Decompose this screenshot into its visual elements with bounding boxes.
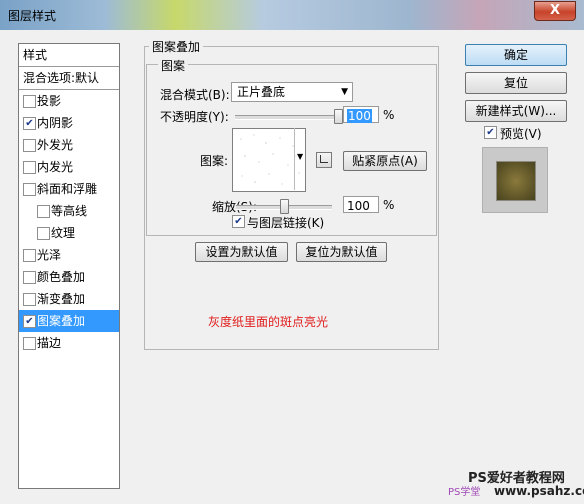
scale-percent: % (383, 198, 395, 212)
sidebar-item-label: 外发光 (37, 138, 74, 152)
reset-button[interactable]: 复位 (465, 72, 567, 94)
sidebar-item-checkbox[interactable]: ✔ (23, 117, 36, 130)
opacity-percent: % (383, 108, 395, 122)
sidebar-item-9[interactable]: 渐变叠加 (19, 288, 119, 310)
sidebar-item-1[interactable]: ✔ 内阴影 (19, 112, 119, 134)
close-button[interactable]: X (534, 1, 576, 21)
sidebar-item-3[interactable]: 内发光 (19, 156, 119, 178)
sidebar-item-4[interactable]: 斜面和浮雕 (19, 178, 119, 200)
sidebar-item-10[interactable]: ✔ 图案叠加 (19, 310, 119, 332)
watermark-site-url: www.psahz.com (494, 484, 584, 498)
sidebar-item-checkbox[interactable] (23, 337, 36, 350)
scale-input[interactable]: 100 (343, 196, 379, 213)
ok-button[interactable]: 确定 (465, 44, 567, 66)
set-default-button[interactable]: 设置为默认值 (195, 242, 288, 262)
opacity-slider-thumb[interactable] (334, 109, 343, 124)
sidebar-item-label: 渐变叠加 (37, 292, 86, 306)
blend-mode-value: 正片叠底 (237, 85, 286, 99)
new-style-button[interactable]: 新建样式(W)... (465, 100, 567, 122)
preview-label: 预览(V) (500, 127, 542, 141)
sidebar-item-0[interactable]: 投影 (19, 90, 119, 112)
opacity-label: 不透明度(Y): (160, 110, 229, 124)
sidebar-item-checkbox[interactable] (23, 271, 36, 284)
window-title: 图层样式 (8, 9, 57, 23)
blend-mode-select[interactable]: 正片叠底 ▼ (231, 82, 353, 102)
styles-list-header[interactable]: 样式 (19, 44, 119, 67)
snap-to-origin-button[interactable]: 贴紧原点(A) (343, 151, 427, 171)
pattern-dropdown-arrow-icon: ▼ (297, 152, 304, 161)
sidebar-item-checkbox[interactable] (23, 293, 36, 306)
sidebar-item-checkbox[interactable] (37, 205, 50, 218)
sidebar-item-label: 光泽 (37, 248, 62, 262)
sidebar-item-blending-options[interactable]: 混合选项:默认 (19, 67, 119, 90)
opacity-input[interactable]: 100 (343, 106, 379, 123)
sidebar-item-checkbox[interactable] (23, 161, 36, 174)
section-title: 图案叠加 (149, 38, 204, 55)
reset-default-button[interactable]: 复位为默认值 (296, 242, 387, 262)
sidebar-item-5[interactable]: 等高线 (19, 200, 119, 222)
scale-slider-thumb[interactable] (280, 199, 289, 214)
preview-swatch (496, 161, 536, 201)
sidebar-item-checkbox[interactable] (23, 139, 36, 152)
sidebar-item-checkbox[interactable] (23, 183, 36, 196)
sidebar-item-8[interactable]: 颜色叠加 (19, 266, 119, 288)
link-with-layer-label: 与图层链接(K) (247, 216, 325, 230)
sidebar-item-label: 内阴影 (37, 116, 74, 130)
watermark-corner-text: PS学堂 (448, 487, 481, 498)
sidebar-item-7[interactable]: 光泽 (19, 244, 119, 266)
sidebar-item-11[interactable]: 描边 (19, 332, 119, 354)
sidebar-item-label: 内发光 (37, 160, 74, 174)
pattern-picker-button[interactable]: ▼ (294, 128, 306, 190)
new-preset-icon (320, 155, 328, 163)
preview-checkbox[interactable]: ✔ (484, 126, 497, 139)
dropdown-arrow-icon: ▼ (341, 87, 348, 97)
pattern-label: 图案: (200, 154, 229, 168)
sidebar-item-label: 纹理 (51, 226, 76, 240)
sidebar-item-label: 投影 (37, 94, 62, 108)
sidebar-item-label: 等高线 (51, 204, 88, 218)
link-with-layer-checkbox[interactable]: ✔ (232, 215, 245, 228)
sidebar-item-label: 图案叠加 (37, 314, 86, 328)
sidebar-item-label: 描边 (37, 336, 62, 350)
annotation-text: 灰度纸里面的斑点亮光 (208, 315, 329, 329)
opacity-value: 100 (347, 109, 372, 123)
blend-mode-label: 混合模式(B): (160, 88, 230, 102)
group-title: 图案 (158, 57, 189, 74)
new-preset-button[interactable] (316, 152, 332, 168)
sidebar-item-6[interactable]: 纹理 (19, 222, 119, 244)
styles-list: 样式 混合选项:默认 投影 ✔ 内阴影 外发光 内发光 斜面和浮雕 等高线 纹理 光泽 颜色叠加渐… (18, 43, 120, 489)
window-titlebar[interactable]: 图层样式 X (0, 0, 584, 30)
sidebar-item-label: 斜面和浮雕 (37, 182, 98, 196)
sidebar-item-checkbox[interactable]: ✔ (23, 315, 36, 328)
sidebar-item-checkbox[interactable] (37, 227, 50, 240)
sidebar-item-checkbox[interactable] (23, 249, 36, 262)
opacity-slider[interactable] (235, 115, 338, 120)
sidebar-item-2[interactable]: 外发光 (19, 134, 119, 156)
sidebar-item-checkbox[interactable] (23, 95, 36, 108)
style-preview (482, 147, 548, 213)
sidebar-item-label: 颜色叠加 (37, 270, 86, 284)
